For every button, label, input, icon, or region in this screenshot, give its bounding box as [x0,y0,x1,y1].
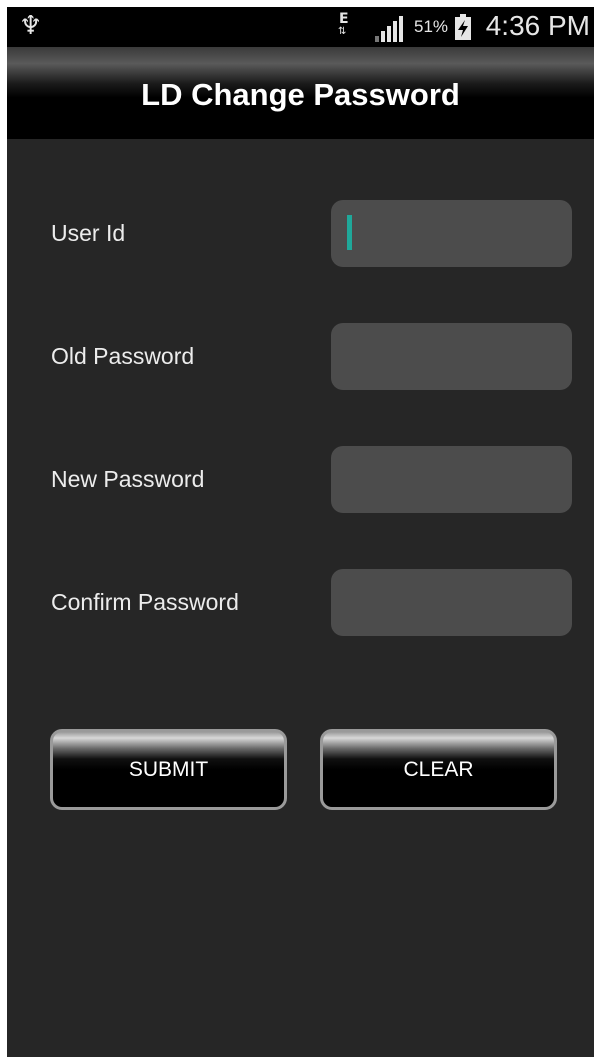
page-title: LD Change Password [141,77,460,112]
old-password-input[interactable] [331,323,572,390]
old-password-label: Old Password [51,343,195,369]
user-id-input[interactable] [331,200,572,267]
new-password-input[interactable] [331,446,572,513]
status-clock: 4:36 PM [485,10,590,41]
clear-button[interactable]: CLEAR [320,729,557,810]
new-password-row: New Password [7,446,594,514]
confirm-password-row: Confirm Password [7,569,594,637]
submit-button[interactable]: SUBMIT [50,729,287,810]
user-id-label: User Id [51,220,126,246]
confirm-password-label: Confirm Password [51,589,239,615]
title-bar: LD Change Password [7,47,594,139]
network-activity-icon: E ⇅ [337,11,351,41]
text-cursor [347,215,352,250]
user-id-row: User Id [7,200,594,268]
battery-percent: 51% [414,17,449,36]
confirm-password-input[interactable] [331,569,572,636]
network-type-label: E [339,11,349,27]
status-bar: ♆ E ⇅ 51% 4:36 PM [7,7,594,47]
usb-icon: ♆ [19,11,43,41]
signal-strength-icon [375,16,403,42]
battery-charging-icon [455,14,471,40]
network-arrows-icon: ⇅ [338,26,347,37]
app-screen: ♆ E ⇅ 51% 4:36 PM LD Change Password Use… [7,7,594,1057]
new-password-label: New Password [51,466,205,492]
old-password-row: Old Password [7,323,594,391]
